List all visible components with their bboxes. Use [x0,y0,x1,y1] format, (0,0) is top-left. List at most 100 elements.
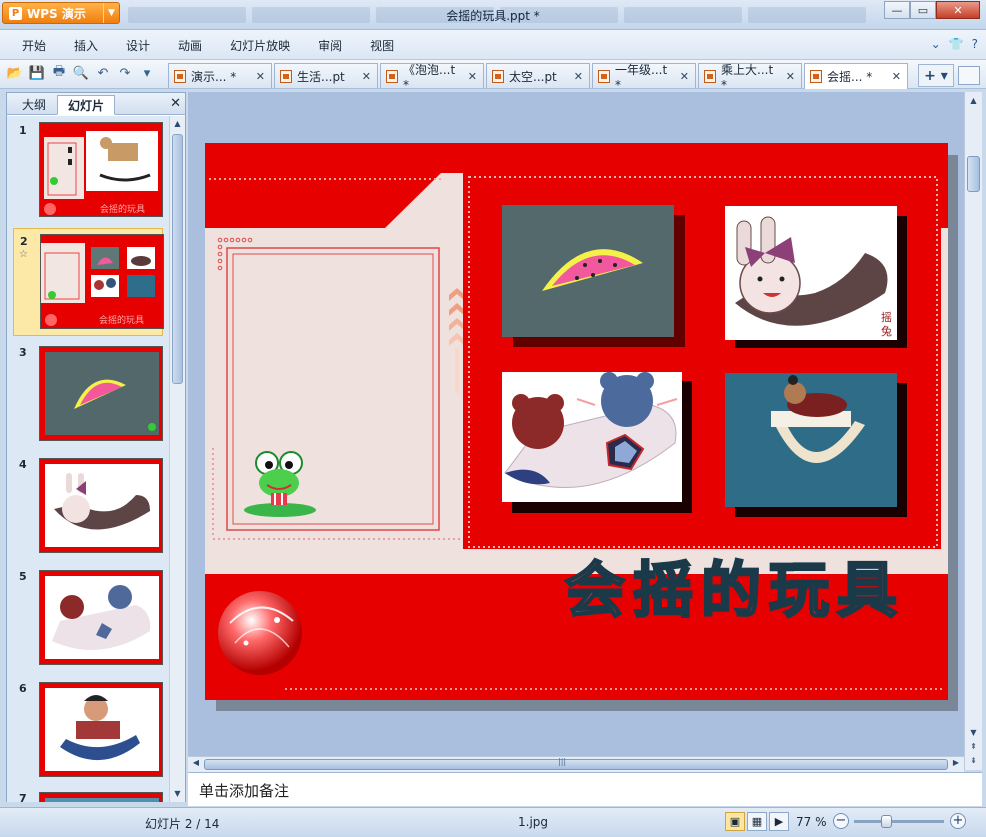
close-tab-icon[interactable]: ✕ [250,70,265,83]
menu-design[interactable]: 设计 [114,37,162,54]
menu-insert[interactable]: 插入 [62,37,110,54]
slide-number: 5 [19,570,27,583]
animation-star-icon: ☆ [19,249,28,260]
next-slide-icon[interactable]: ⇟ [966,754,981,768]
slide-preview [39,346,163,441]
slide-sorter-view-icon[interactable]: ▦ [747,812,767,831]
doc-tab[interactable]: 乘上大...t * ✕ [698,63,802,92]
scrollbar-thumb[interactable] [967,156,980,192]
tab-slides[interactable]: 幻灯片 [57,95,116,115]
customize-toolbar-icon[interactable]: ▾ [138,64,156,82]
window-layout-icon[interactable] [958,66,980,85]
doc-tab-label: 太空...pt [509,69,557,84]
scroll-left-icon[interactable]: ◀ [189,758,203,771]
scroll-up-icon[interactable]: ▲ [966,94,981,108]
slide-thumbnail[interactable]: 6 [13,678,163,778]
close-tab-icon[interactable]: ✕ [356,70,371,83]
doc-tab-label: 《泡泡...t * [403,62,456,92]
zoom-level[interactable]: 77 % [796,815,827,829]
slide-thumbnail-selected[interactable]: 2 ☆ 会摇的玩具 [13,228,164,336]
save-icon[interactable]: 💾 [28,64,46,82]
close-icon[interactable]: ✕ [170,96,181,111]
zoom-slider-handle[interactable] [880,815,892,828]
slide-title: 会摇的玩具 [565,556,905,626]
slide-editing-area[interactable]: 摇 兔 会摇的玩具 [188,92,964,756]
print-preview-icon[interactable]: 🔍 [72,64,90,82]
zoom-slider-track[interactable] [854,820,944,823]
horizontal-scrollbar[interactable]: ◀ ||| ▶ [188,756,964,772]
print-icon[interactable]: 🖶 [50,64,68,82]
doc-tab-label: 会摇... * [827,70,873,84]
close-tab-icon[interactable]: ✕ [886,70,901,83]
close-tab-icon[interactable]: ✕ [462,70,477,83]
new-tab-button[interactable]: + ▾ [918,64,954,87]
slide-thumbnail-list: 1 会摇的玩具 2 ☆ 会摇的玩具 3 4 5 6 7 [7,116,169,802]
restore-button[interactable]: ▭ [910,1,936,19]
zoom-in-button[interactable]: + [950,813,966,829]
doc-tab-label: 一年级...t * [615,62,668,92]
doc-tab[interactable]: 演示... * ✕ [168,63,272,88]
menu-view[interactable]: 视图 [358,37,406,54]
scrollbar-thumb[interactable] [204,759,948,770]
slide-preview [39,570,163,665]
scroll-up-icon[interactable]: ▲ [170,117,185,131]
slide-canvas[interactable]: 摇 兔 会摇的玩具 [205,143,948,700]
slide-thumbnail[interactable]: 5 [13,566,163,666]
window-controls: — ▭ ✕ [884,1,980,19]
vertical-scrollbar[interactable]: ▲ ⇞ ⇟ ▼ [964,92,982,770]
normal-view-icon[interactable]: ▣ [725,812,745,831]
scrollbar-thumb[interactable] [172,134,183,384]
slideshow-view-icon[interactable]: ▶ [769,812,789,831]
slide-number: 4 [19,458,27,471]
scroll-down-icon[interactable]: ▼ [170,787,185,801]
slide-number: 2 [20,235,28,248]
slide-number: 1 [19,124,27,137]
doc-tab-label: 演示... * [191,69,237,84]
title-bar: P WPS 演示 ▼ 会摇的玩具.ppt * — ▭ ✕ [0,0,986,30]
prev-slide-icon[interactable]: ⇞ [966,740,981,754]
menu-review[interactable]: 审阅 [306,37,354,54]
skin-icon[interactable]: 👕 [949,37,964,51]
undo-icon[interactable]: ↶ [94,64,112,82]
help-icon[interactable]: ? [972,37,978,51]
menu-home[interactable]: 开始 [10,37,58,54]
photo-seal-char-1: 摇 [881,310,892,324]
scroll-right-icon[interactable]: ▶ [949,758,963,771]
close-button[interactable]: ✕ [936,1,980,19]
scroll-grip-icon: ||| [558,757,567,766]
doc-tab[interactable]: 生活...pt ✕ [274,63,378,88]
slide-preview [39,682,163,777]
slide-preview: 会摇的玩具 [40,234,164,329]
slide-preview: 会摇的玩具 [39,122,163,217]
slide-thumbnail[interactable]: 7 [13,790,163,802]
slide-thumbnail[interactable]: 4 [13,454,163,554]
doc-tab[interactable]: 太空...pt ✕ [486,63,590,88]
open-icon[interactable]: 📂 [6,64,24,82]
ppt-file-icon [598,69,610,83]
close-tab-icon[interactable]: ✕ [674,70,689,83]
menu-slideshow[interactable]: 幻灯片放映 [218,37,302,54]
doc-tab-label: 生活...pt [297,69,345,84]
close-tab-icon[interactable]: ✕ [568,70,583,83]
minimize-button[interactable]: — [884,1,910,19]
doc-tab[interactable]: 《泡泡...t * ✕ [380,63,484,92]
close-tab-icon[interactable]: ✕ [780,70,795,83]
ribbon-collapse-icon[interactable]: ⌄ [931,37,941,51]
slide-number: 7 [19,792,27,802]
slide-thumbnail[interactable]: 3 [13,342,163,442]
notes-pane[interactable]: 单击添加备注 [188,772,982,806]
document-tabs: 演示... * ✕ 生活...pt ✕ 《泡泡...t * ✕ 太空...pt … [168,63,910,92]
ppt-file-icon [386,69,398,83]
menu-animation[interactable]: 动画 [166,37,214,54]
ppt-file-icon [174,69,186,83]
zoom-out-button[interactable]: − [833,813,849,829]
redo-icon[interactable]: ↷ [116,64,134,82]
slide-thumbnail[interactable]: 1 会摇的玩具 [13,120,163,220]
doc-tab-active[interactable]: 会摇... * ✕ [804,63,908,89]
thumbnail-scrollbar[interactable]: ▲ ▼ [169,116,185,802]
ppt-file-icon [280,69,292,83]
photo-seal-char-2: 兔 [881,324,892,338]
scroll-down-icon[interactable]: ▼ [966,726,981,740]
doc-tab[interactable]: 一年级...t * ✕ [592,63,696,92]
tab-outline[interactable]: 大纲 [11,94,57,114]
